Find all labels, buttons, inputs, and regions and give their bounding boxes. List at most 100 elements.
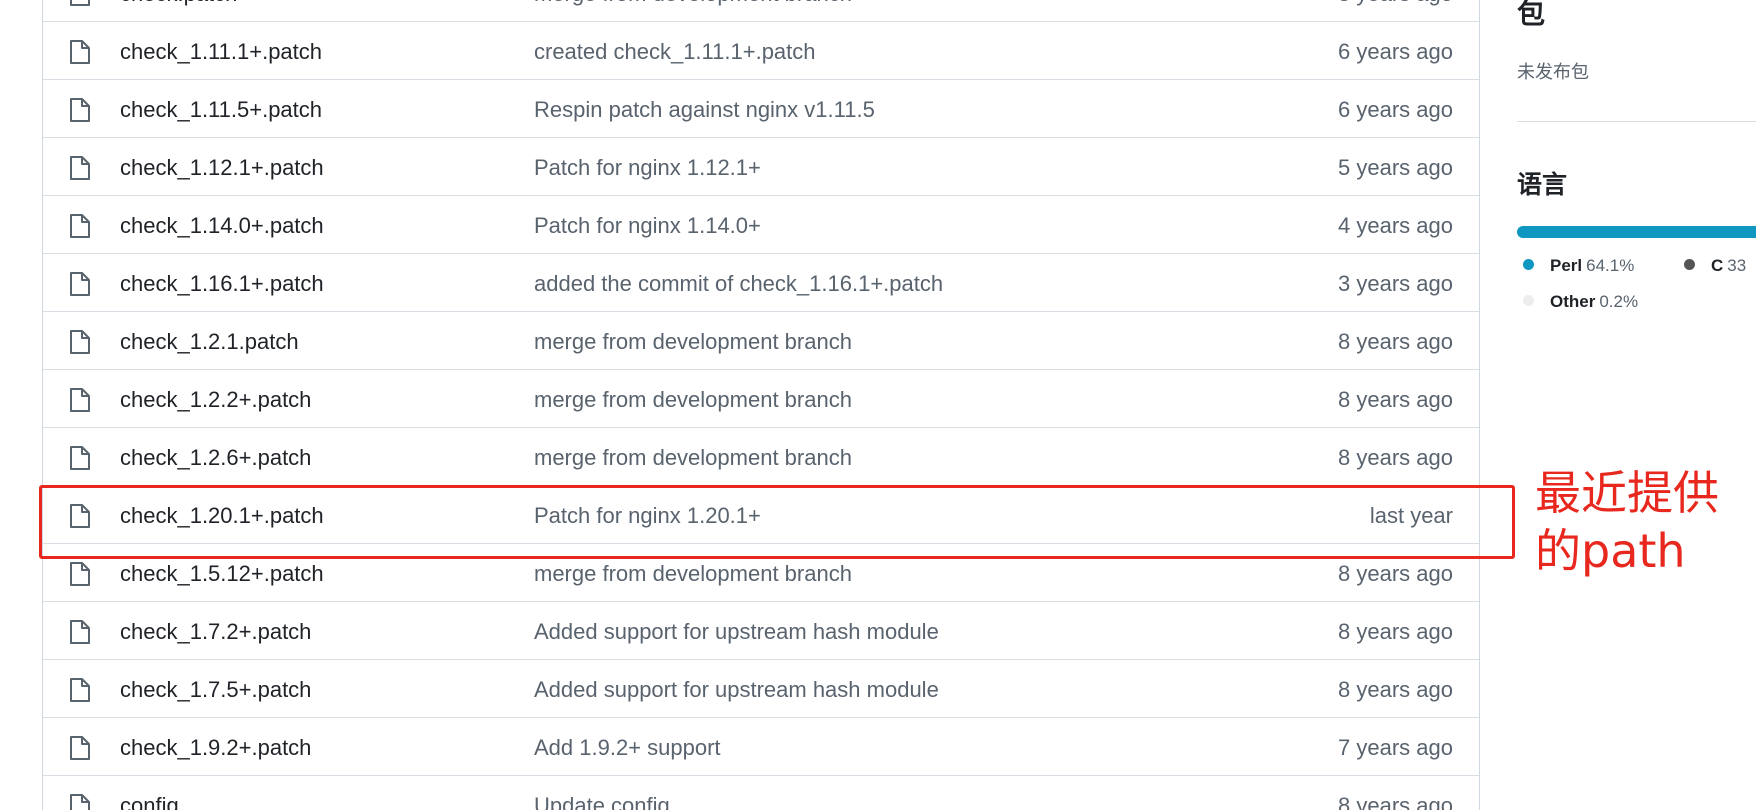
file-icon [70,272,90,296]
commit-message-link[interactable]: Add 1.9.2+ support [534,735,721,761]
commit-time: 6 years ago [1338,97,1453,122]
commit-time: 8 years ago [1338,0,1453,7]
file-row[interactable]: check_1.7.5+.patch Added support for upst… [43,660,1479,718]
commit-time: 8 years ago [1338,445,1453,470]
annotation-text: 最近提供 的path [1535,464,1755,580]
file-row[interactable]: check_1.11.5+.patch Respin patch against … [43,80,1479,138]
file-name-link[interactable]: check_1.5.12+.patch [120,561,324,587]
packages-empty-text: 未发布包 [1517,62,1589,83]
commit-message-link[interactable]: merge from development branch [534,0,852,7]
file-icon [70,562,90,586]
file-name-link[interactable]: check_1.12.1+.patch [120,155,324,181]
file-icon [68,735,92,761]
language-dot [1523,295,1534,307]
file-row[interactable]: check_1.14.0+.patch Patch for nginx 1.14.… [43,196,1479,254]
file-row[interactable]: check_1.11.1+.patch created check_1.11.1+… [43,22,1479,80]
commit-message-link[interactable]: Respin patch against nginx v1.11.5 [534,97,875,123]
file-icon [70,214,90,238]
commit-message-link[interactable]: merge from development branch [534,329,852,355]
commit-message-link[interactable]: Added support for upstream hash module [534,677,939,703]
commit-message-link[interactable]: Patch for nginx 1.14.0+ [534,213,761,239]
language-name: C [1711,256,1724,275]
file-icon [68,213,92,239]
language-item-perl[interactable]: Perl 64.1% [1523,256,1634,276]
commit-time: 8 years ago [1338,677,1453,702]
commit-message-link[interactable]: added the commit of check_1.16.1+.patch [534,271,943,297]
file-icon [68,619,92,645]
file-row[interactable]: check_1.2.2+.patch merge from development… [43,370,1479,428]
packages-heading: 包 [1517,0,1546,30]
commit-time: 5 years ago [1338,155,1453,180]
commit-message-link[interactable]: merge from development branch [534,387,852,413]
repository-page: check.patch merge from development branch… [0,0,1756,810]
commit-message-link[interactable]: Added support for upstream hash module [534,619,939,645]
commit-time: 8 years ago [1338,793,1453,810]
file-icon [70,736,90,760]
file-icon [68,155,92,181]
file-icon [70,330,90,354]
language-name: Other [1550,292,1596,311]
file-row[interactable]: check_1.2.1.patch merge from development … [43,312,1479,370]
commit-message-link[interactable]: merge from development branch [534,445,852,471]
file-icon [70,388,90,412]
file-name-link[interactable]: check_1.7.2+.patch [120,619,311,645]
file-name-link[interactable]: check_1.2.1.patch [120,329,299,355]
commit-time: 8 years ago [1338,619,1453,644]
file-icon [70,794,90,810]
file-icon [68,445,92,471]
language-item-other[interactable]: Other 0.2% [1523,292,1638,312]
file-icon [68,561,92,587]
commit-time: 8 years ago [1338,387,1453,412]
file-icon [68,0,92,7]
file-icon [68,39,92,65]
commit-message-link[interactable]: Patch for nginx 1.12.1+ [534,155,761,181]
file-row[interactable]: check_1.16.1+.patch added the commit of c… [43,254,1479,312]
commit-time: 8 years ago [1338,329,1453,354]
file-row[interactable]: check_1.2.6+.patch merge from development… [43,428,1479,486]
commit-time: 6 years ago [1338,39,1453,64]
file-name-link[interactable]: check_1.2.6+.patch [120,445,311,471]
annotation-line-2: 的path [1535,524,1686,578]
language-bar [1517,226,1756,238]
file-icon [70,40,90,64]
language-name: Perl [1550,256,1583,275]
file-name-link[interactable]: check_1.16.1+.patch [120,271,324,297]
file-name-link[interactable]: check_1.11.1+.patch [120,39,322,65]
file-icon [68,793,92,810]
file-row[interactable]: check_1.12.1+.patch Patch for nginx 1.12.… [43,138,1479,196]
commit-time: 3 years ago [1338,271,1453,296]
file-name-link[interactable]: check.patch [120,0,237,7]
file-name-link[interactable]: check_1.7.5+.patch [120,677,311,703]
file-name-link[interactable]: config [120,793,179,810]
annotation-line-1: 最近提供 [1535,466,1719,520]
file-row[interactable]: check.patch merge from development branch… [43,0,1479,22]
file-icon [70,0,90,6]
file-icon [68,387,92,413]
commit-message-link[interactable]: created check_1.11.1+.patch [534,39,816,65]
file-name-link[interactable]: check_1.9.2+.patch [120,735,311,761]
commit-message-link[interactable]: Update config [534,793,670,810]
file-row[interactable]: check_1.9.2+.patch Add 1.9.2+ support 7 ye… [43,718,1479,776]
file-icon [68,97,92,123]
file-icon [70,678,90,702]
commit-time: 7 years ago [1338,735,1453,760]
file-icon [70,620,90,644]
file-row[interactable]: config Update config 8 years ago [43,776,1479,810]
file-icon [70,156,90,180]
file-name-link[interactable]: check_1.14.0+.patch [120,213,324,239]
file-name-link[interactable]: check_1.11.5+.patch [120,97,322,123]
file-row[interactable]: check_1.7.2+.patch Added support for upst… [43,602,1479,660]
file-icon [68,677,92,703]
language-dot [1523,259,1534,271]
language-percent: 64.1% [1586,256,1635,275]
file-icon [68,329,92,355]
languages-heading: 语言 [1517,170,1568,199]
file-icon [70,98,90,122]
highlight-annotation-box [39,485,1515,559]
file-name-link[interactable]: check_1.2.2+.patch [120,387,311,413]
language-dot [1684,259,1695,271]
language-item-c[interactable]: C 33 [1684,256,1746,276]
commit-time: 4 years ago [1338,213,1453,238]
file-list: check.patch merge from development branch… [42,0,1480,810]
commit-message-link[interactable]: merge from development branch [534,561,852,587]
